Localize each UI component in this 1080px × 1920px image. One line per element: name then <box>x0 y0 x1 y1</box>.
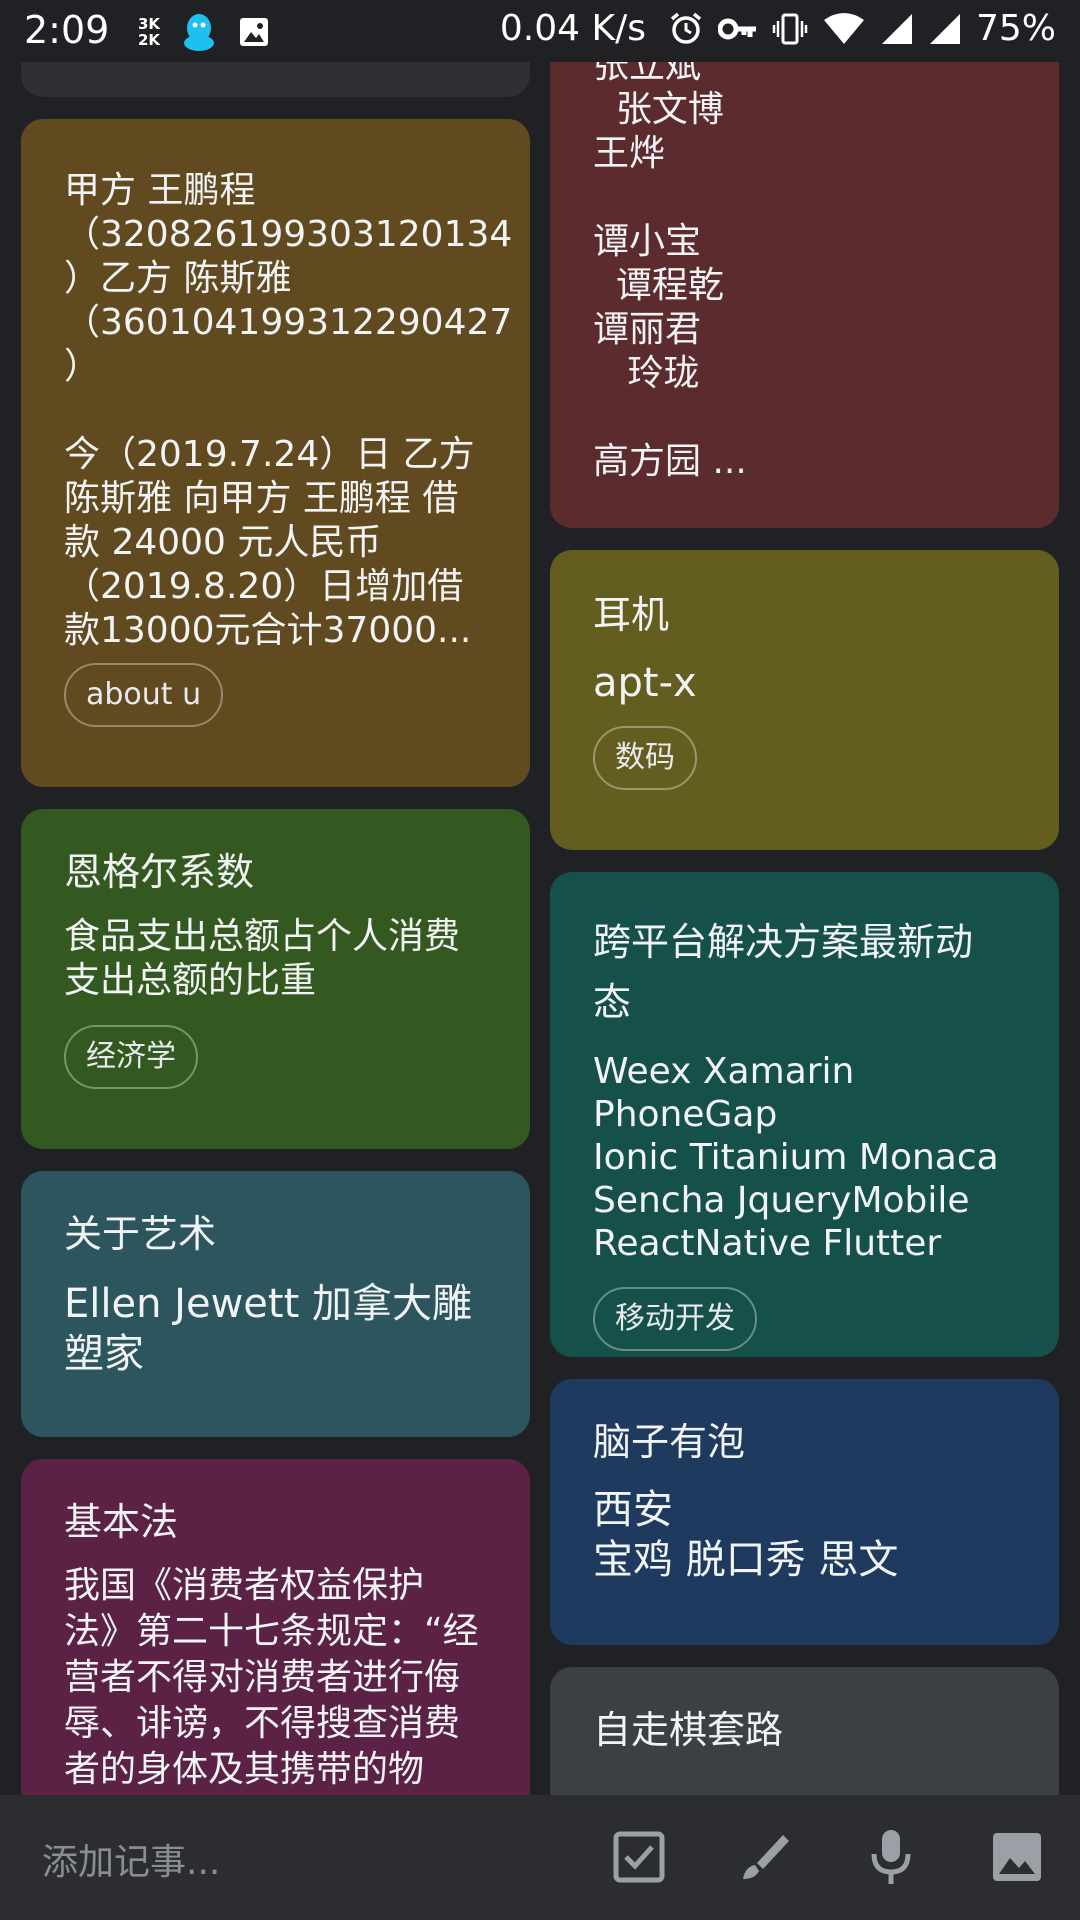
wifi-icon <box>823 12 864 44</box>
battery-level: 75% <box>975 8 1056 49</box>
note-label-chip[interactable]: 移动开发 <box>593 1287 757 1351</box>
vpn-key-icon <box>717 18 756 39</box>
note-title: 基本法 <box>64 1500 179 1544</box>
image-icon[interactable] <box>985 1825 1049 1889</box>
note-body: 食品支出总额占个人消费 支出总额的比重 <box>64 916 461 1001</box>
alarm-icon <box>670 12 702 44</box>
note-title: 关于艺术 <box>64 1212 217 1256</box>
vibrate-icon <box>772 13 808 44</box>
mic-icon[interactable] <box>859 1825 923 1889</box>
checkbox-icon[interactable] <box>607 1825 671 1889</box>
signal-icon-2 <box>929 13 960 44</box>
note-body: 西安 宝鸡 脱口秀 思文 <box>593 1487 899 1583</box>
note-title: 恩格尔系数 <box>64 850 255 894</box>
note-body: 张立斌 张文博 王烨 谭小宝 谭程乾 谭丽君 玲珑 高方园 ... <box>593 45 747 482</box>
note-card-engel[interactable]: 恩格尔系数 食品支出总额占个人消费 支出总额的比重 经济学 <box>21 809 530 1149</box>
note-body: Ellen Jewett 加拿大雕 塑家 <box>64 1281 472 1377</box>
note-body: 甲方 王鹏程 （320826199303120134 ）乙方 陈斯雅 （3601… <box>64 170 513 651</box>
note-title: 耳机 <box>593 593 670 637</box>
signal-icon-1 <box>881 13 912 44</box>
note-card-brain[interactable]: 脑子有泡 西安 宝鸡 脱口秀 思文 <box>550 1379 1059 1645</box>
take-note-input[interactable]: 添加记事... <box>42 1833 220 1885</box>
note-title: 自走棋套路 <box>593 1708 784 1752</box>
note-body: Weex Xamarin PhoneGap Ionic Titanium Mon… <box>593 1051 999 1264</box>
status-time: 2:09 <box>24 8 110 52</box>
note-label-chip[interactable]: about u <box>64 663 224 727</box>
status-bar: 2:09 3K 2K 0.04 K/s 75% <box>0 0 1080 62</box>
note-label-chip[interactable]: 数码 <box>593 726 697 790</box>
qq-penguin-icon <box>184 14 215 51</box>
note-card-cross-platform[interactable]: 跨平台解决方案最新动 态 Weex Xamarin PhoneGap Ionic… <box>550 872 1059 1357</box>
note-card-loan[interactable]: 甲方 王鹏程 （320826199303120134 ）乙方 陈斯雅 （3601… <box>21 119 530 787</box>
network-speed: 0.04 K/s <box>499 8 646 49</box>
data-speed-icon: 3K 2K <box>138 15 161 49</box>
bottom-bar: 添加记事... <box>0 1795 1080 1920</box>
note-body: apt-x <box>593 660 697 706</box>
brush-icon[interactable] <box>733 1825 797 1889</box>
note-label-chip[interactable]: 经济学 <box>64 1025 198 1089</box>
note-title: 跨平台解决方案最新动 态 <box>593 920 974 1024</box>
note-card-earphone[interactable]: 耳机 apt-x 数码 <box>550 550 1059 850</box>
note-body: 我国《消费者权益保护 法》第二十七条规定：“经 营者不得对消费者进行侮 辱、诽谤… <box>64 1565 479 1790</box>
note-title: 脑子有泡 <box>593 1420 746 1464</box>
gallery-notification-icon <box>240 18 269 46</box>
note-card-names[interactable]: 张立斌 张文博 王烨 谭小宝 谭程乾 谭丽君 玲珑 高方园 ... <box>550 20 1059 528</box>
note-card-art[interactable]: 关于艺术 Ellen Jewett 加拿大雕 塑家 <box>21 1171 530 1437</box>
